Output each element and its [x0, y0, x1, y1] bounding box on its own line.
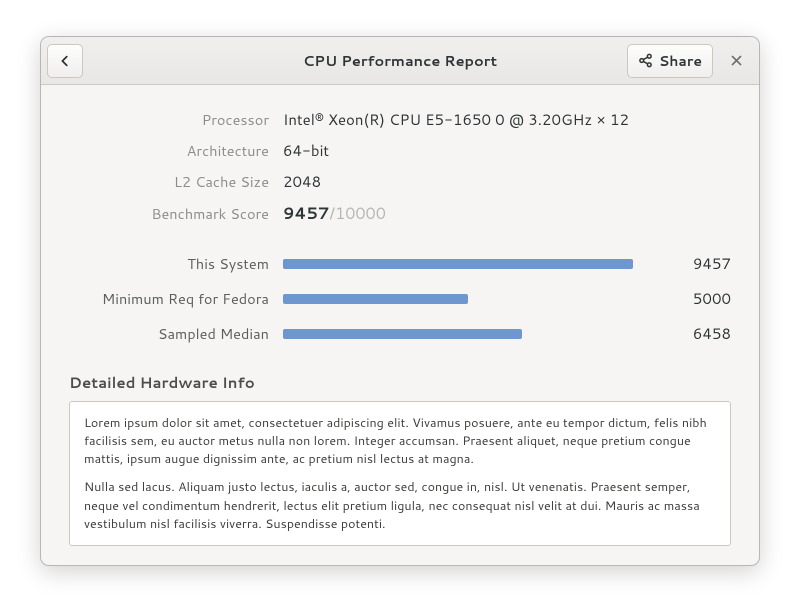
bar-track: [283, 329, 653, 339]
detail-heading: Detailed Hardware Info: [69, 372, 731, 393]
share-button[interactable]: Share: [627, 44, 713, 78]
chevron-left-icon: [58, 54, 72, 68]
prop-label-architecture: Architecture: [69, 140, 269, 161]
prop-label-l2cache: L2 Cache Size: [69, 171, 269, 192]
bar-label: This System: [69, 253, 269, 274]
prop-value-score: 9457/10000: [283, 202, 731, 225]
close-icon: [730, 54, 743, 67]
window: CPU Performance Report Share Processor I…: [40, 36, 760, 566]
prop-value-processor: Intel® Xeon(R) CPU E5-1650 0 @ 3.20GHz ×…: [283, 109, 731, 130]
bar-track: [283, 294, 653, 304]
comparison-bars: This System 9457 Minimum Req for Fedora 500…: [69, 253, 731, 344]
back-button[interactable]: [47, 44, 83, 78]
close-button[interactable]: [719, 44, 753, 78]
bar-fill: [283, 294, 468, 304]
bar-fill: [283, 329, 522, 339]
titlebar: CPU Performance Report Share: [41, 37, 759, 85]
share-icon: [638, 53, 653, 68]
detail-paragraph: Nulla sed lacus. Aliquam justo lectus, i…: [84, 478, 716, 532]
detail-box: Lorem ipsum dolor sit amet, consectetuer…: [69, 401, 731, 546]
bar-track: [283, 259, 653, 269]
share-button-label: Share: [659, 51, 702, 71]
bar-value: 5000: [667, 288, 731, 309]
properties-table: Processor Intel® Xeon(R) CPU E5-1650 0 @…: [69, 109, 731, 225]
prop-label-score: Benchmark Score: [69, 203, 269, 224]
prop-value-l2cache: 2048: [283, 171, 731, 192]
detail-paragraph: Lorem ipsum dolor sit amet, consectetuer…: [84, 414, 716, 468]
score-value: 9457: [283, 202, 329, 225]
content-scroll[interactable]: Processor Intel® Xeon(R) CPU E5-1650 0 @…: [41, 85, 759, 565]
prop-label-processor: Processor: [69, 109, 269, 130]
prop-value-architecture: 64-bit: [283, 140, 731, 161]
bar-label: Minimum Req for Fedora: [69, 288, 269, 309]
bar-value: 9457: [667, 253, 731, 274]
bar-label: Sampled Median: [69, 323, 269, 344]
score-max: /10000: [329, 202, 385, 225]
bar-value: 6458: [667, 323, 731, 344]
bar-fill: [283, 259, 633, 269]
